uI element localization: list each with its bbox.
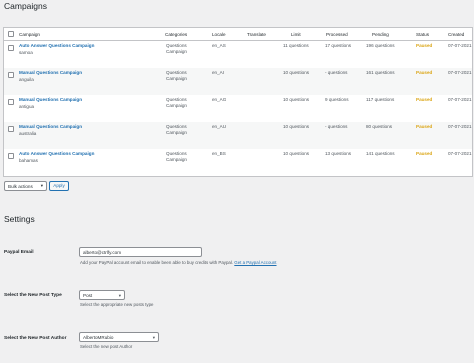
page-title: Campaigns xyxy=(4,1,47,11)
status-badge: Paused xyxy=(416,43,433,48)
category-line2: Campaign xyxy=(166,76,187,81)
post-author-label: Select the New Post Author xyxy=(4,336,67,341)
campaign-region: samoa xyxy=(19,50,33,55)
header-limit: Limit xyxy=(291,32,301,37)
paypal-email-label: Paypal Email xyxy=(4,250,34,255)
processed-cell: 13 questions xyxy=(325,151,352,156)
locale-cell: en_AI xyxy=(212,70,225,75)
locale-cell: en_AG xyxy=(212,97,227,102)
status-badge: Paused xyxy=(416,151,433,156)
processed-cell: - questions xyxy=(325,124,348,129)
category-line2: Campaign xyxy=(166,49,187,54)
apply-button[interactable]: Apply xyxy=(49,181,69,191)
table-row: Manual Questions Campaign anguila Questi… xyxy=(4,68,472,95)
campaign-region: anguila xyxy=(19,77,34,82)
status-badge: Paused xyxy=(416,124,433,129)
settings-title: Settings xyxy=(4,214,35,224)
campaign-link[interactable]: Manual Questions Campaign xyxy=(19,70,82,76)
header-created: Created xyxy=(448,32,465,37)
row-checkbox[interactable] xyxy=(8,72,14,78)
limit-cell: 10 questions xyxy=(283,124,310,129)
row-checkbox[interactable] xyxy=(8,99,14,105)
table-row: Manual Questions Campaign australia Ques… xyxy=(4,122,472,149)
campaign-link[interactable]: Manual Questions Campaign xyxy=(19,97,82,103)
select-all-checkbox[interactable] xyxy=(8,31,14,37)
created-cell: 07-07-2021 xyxy=(448,97,472,102)
campaign-link[interactable]: Manual Questions Campaign xyxy=(19,124,82,130)
category-line2: Campaign xyxy=(166,103,187,108)
header-processed: Processed xyxy=(326,32,348,37)
campaign-link[interactable]: Auto Answer Questions Campaign xyxy=(19,151,94,157)
post-author-select[interactable]: AlbertoMRubio ▾ xyxy=(79,332,159,342)
table-row: Manual Questions Campaign antigua Questi… xyxy=(4,95,472,122)
table-row: Auto Answer Questions Campaign bahamas Q… xyxy=(4,149,472,176)
row-checkbox[interactable] xyxy=(8,153,14,159)
get-paypal-account-link[interactable]: Get a Paypal Account xyxy=(234,260,276,265)
pending-cell: 141 questions xyxy=(366,151,395,156)
campaign-region: antigua xyxy=(19,104,35,109)
header-translate: Translate xyxy=(247,32,266,37)
table-header: Campaign Categories Locale Translate Lim… xyxy=(4,28,472,41)
campaign-region: australia xyxy=(19,131,37,136)
created-cell: 07-07-2021 xyxy=(448,151,472,156)
table-row: Auto Answer Questions Campaign samoa Que… xyxy=(4,41,472,68)
limit-cell: 10 questions xyxy=(283,97,310,102)
pending-cell: 117 questions xyxy=(366,97,395,102)
paypal-desc-text: Add your PayPal account email to enable … xyxy=(80,260,234,265)
category-line2: Campaign xyxy=(166,130,187,135)
status-badge: Paused xyxy=(416,70,433,75)
limit-cell: 11 questions xyxy=(283,43,309,48)
post-author-description: Select the new post Author xyxy=(80,344,133,349)
header-categories: Categories xyxy=(165,32,188,37)
post-type-label: Select the New Post Type xyxy=(4,293,62,298)
post-type-select[interactable]: Post ▾ xyxy=(79,290,125,300)
campaigns-table: Campaign Categories Locale Translate Lim… xyxy=(3,27,473,177)
locale-cell: en_AU xyxy=(212,124,227,129)
campaign-region: bahamas xyxy=(19,158,38,163)
bulk-actions-label: Bulk actions xyxy=(8,184,33,189)
chevron-down-icon: ▾ xyxy=(118,292,121,298)
pending-cell: 196 questions xyxy=(366,43,395,48)
row-checkbox[interactable] xyxy=(8,126,14,132)
header-status: Status xyxy=(416,32,430,37)
processed-cell: 17 questions xyxy=(325,43,352,48)
created-cell: 07-07-2021 xyxy=(448,70,472,75)
paypal-email-description: Add your PayPal account email to enable … xyxy=(80,260,277,265)
header-pending: Pending xyxy=(372,32,389,37)
post-type-description: Select the appropriate new posts type xyxy=(80,302,154,307)
limit-cell: 10 questions xyxy=(283,70,310,75)
header-campaign[interactable]: Campaign xyxy=(19,32,40,37)
locale-cell: en_AS xyxy=(212,43,226,48)
paypal-email-input[interactable]: alberto@ctrlfy.com xyxy=(79,247,202,257)
chevron-down-icon: ▾ xyxy=(40,183,43,188)
category-line2: Campaign xyxy=(166,157,187,162)
pending-cell: 80 questions xyxy=(366,124,393,129)
chevron-down-icon: ▾ xyxy=(152,334,155,340)
row-checkbox[interactable] xyxy=(8,45,14,51)
bulk-actions-select[interactable]: Bulk actions ▾ xyxy=(4,181,47,191)
processed-cell: - questions xyxy=(325,70,348,75)
locale-cell: en_BS xyxy=(212,151,226,156)
post-type-value: Post xyxy=(83,293,93,298)
status-badge: Paused xyxy=(416,97,433,102)
pending-cell: 161 questions xyxy=(366,70,395,75)
processed-cell: 9 questions xyxy=(325,97,349,102)
campaign-link[interactable]: Auto Answer Questions Campaign xyxy=(19,43,94,49)
created-cell: 07-07-2021 xyxy=(448,43,472,48)
limit-cell: 10 questions xyxy=(283,151,310,156)
header-locale: Locale xyxy=(212,32,226,37)
created-cell: 07-07-2021 xyxy=(448,124,472,129)
post-author-value: AlbertoMRubio xyxy=(83,335,114,340)
